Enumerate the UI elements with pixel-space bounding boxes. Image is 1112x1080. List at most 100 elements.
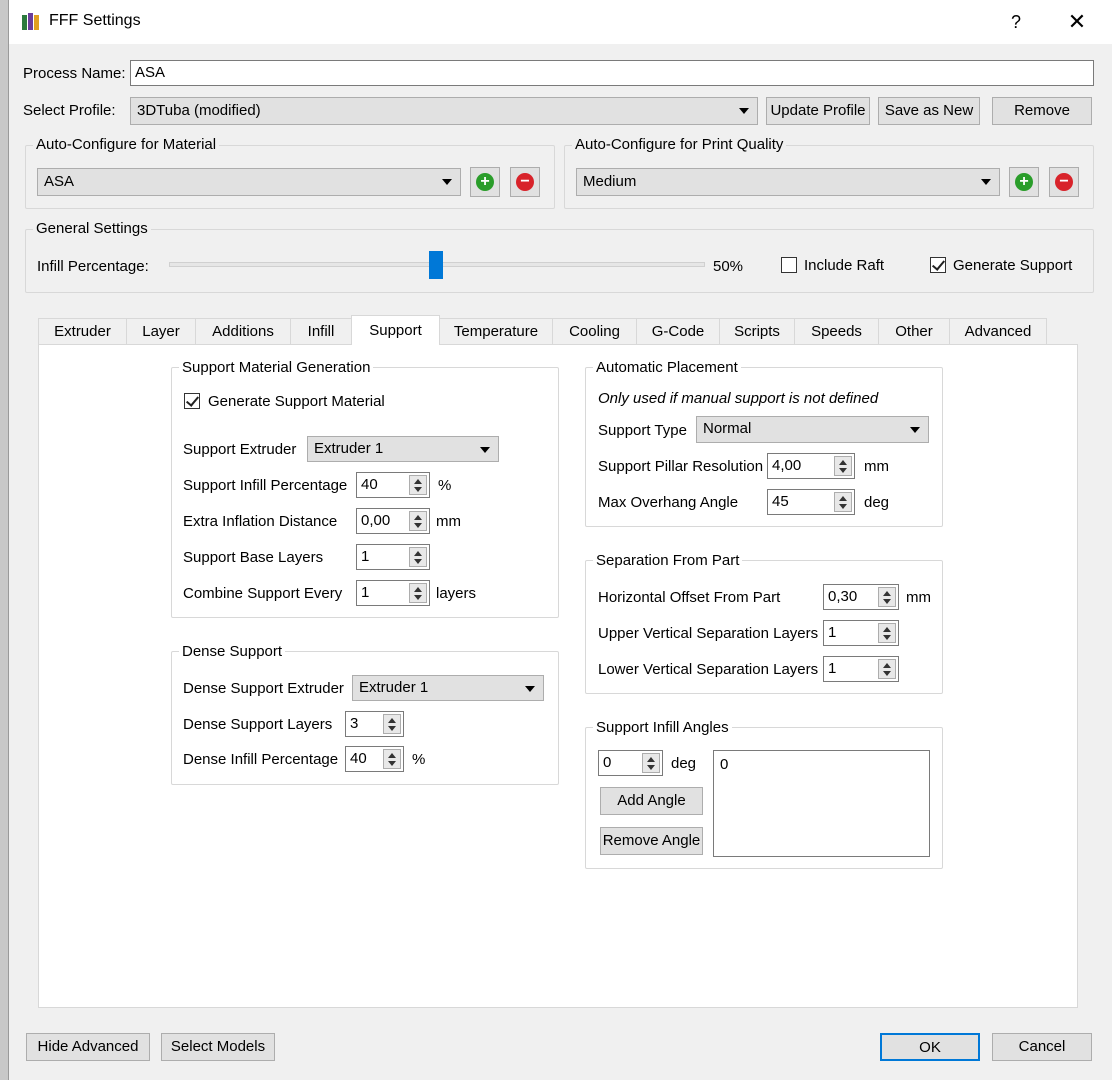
chevron-down-icon — [981, 179, 991, 185]
spin-arrows-icon[interactable] — [878, 623, 896, 643]
tab-other[interactable]: Other — [878, 318, 950, 344]
tab-scripts[interactable]: Scripts — [719, 318, 795, 344]
pillar-resolution-value: 4,00 — [772, 457, 802, 474]
material-group-title: Auto-Configure for Material — [33, 136, 220, 154]
save-as-new-button[interactable]: Save as New — [878, 97, 980, 125]
minus-icon: − — [1055, 173, 1073, 191]
spin-arrows-icon[interactable] — [878, 659, 896, 679]
angles-list[interactable]: 0 — [713, 750, 930, 857]
spin-arrows-icon[interactable] — [383, 749, 401, 769]
lower-separation-value: 1 — [828, 660, 837, 677]
include-raft-checkbox[interactable] — [781, 257, 797, 273]
support-generation-title: Support Material Generation — [179, 359, 374, 377]
tab-cooling[interactable]: Cooling — [552, 318, 637, 344]
support-infill-label: Support Infill Percentage — [183, 477, 348, 494]
support-extruder-label: Support Extruder — [183, 441, 297, 458]
combine-support-value: 1 — [361, 584, 370, 601]
extra-inflation-unit: mm — [436, 513, 461, 530]
generate-support-material-label: Generate Support Material — [208, 393, 385, 410]
tab-g-code[interactable]: G-Code — [636, 318, 720, 344]
add-angle-button[interactable]: Add Angle — [600, 787, 703, 815]
angle-spinbox[interactable]: 0 — [598, 750, 663, 776]
combine-support-spinbox[interactable]: 1 — [356, 580, 430, 606]
extra-inflation-spinbox[interactable]: 0,00 — [356, 508, 430, 534]
dense-layers-label: Dense Support Layers — [183, 716, 333, 733]
pillar-resolution-spinbox[interactable]: 4,00 — [767, 453, 855, 479]
close-button[interactable]: ✕ — [1063, 8, 1091, 36]
spin-arrows-icon[interactable] — [409, 475, 427, 495]
quality-group-title: Auto-Configure for Print Quality — [572, 136, 787, 154]
lower-separation-spinbox[interactable]: 1 — [823, 656, 899, 682]
add-quality-button[interactable]: + — [1009, 167, 1039, 197]
horizontal-offset-label: Horizontal Offset From Part — [598, 589, 781, 606]
dense-layers-spinbox[interactable]: 3 — [345, 711, 404, 737]
tab-extruder[interactable]: Extruder — [38, 318, 127, 344]
support-type-label: Support Type — [598, 422, 687, 439]
spin-arrows-icon[interactable] — [409, 583, 427, 603]
automatic-placement-title: Automatic Placement — [593, 359, 741, 377]
dense-infill-spinbox[interactable]: 40 — [345, 746, 404, 772]
spin-arrows-icon[interactable] — [642, 753, 660, 773]
process-name-label: Process Name: — [23, 65, 126, 82]
generate-support-checkbox[interactable] — [930, 257, 946, 273]
list-item[interactable]: 0 — [720, 755, 923, 775]
support-infill-value: 40 — [361, 476, 378, 493]
general-settings-title: General Settings — [33, 220, 151, 238]
dense-infill-unit: % — [412, 751, 426, 768]
minus-icon: − — [516, 173, 534, 191]
remove-quality-button[interactable]: − — [1049, 167, 1079, 197]
generate-support-label: Generate Support — [953, 257, 1073, 274]
chevron-down-icon — [910, 427, 920, 433]
help-button[interactable]: ? — [1005, 8, 1027, 36]
window-title: FFF Settings — [49, 12, 141, 29]
add-material-button[interactable]: + — [470, 167, 500, 197]
dense-layers-value: 3 — [350, 715, 359, 732]
support-base-layers-spinbox[interactable]: 1 — [356, 544, 430, 570]
upper-separation-spinbox[interactable]: 1 — [823, 620, 899, 646]
horizontal-offset-spinbox[interactable]: 0,30 — [823, 584, 899, 610]
remove-profile-button[interactable]: Remove — [992, 97, 1092, 125]
material-select-value: ASA — [44, 173, 75, 190]
spin-arrows-icon[interactable] — [878, 587, 896, 607]
infill-angles-title: Support Infill Angles — [593, 719, 732, 737]
ok-button[interactable]: OK — [880, 1033, 980, 1061]
material-select[interactable]: ASA — [37, 168, 461, 196]
dense-extruder-select[interactable]: Extruder 1 — [352, 675, 544, 701]
tab-speeds[interactable]: Speeds — [794, 318, 879, 344]
tab-infill[interactable]: Infill — [290, 318, 352, 344]
update-profile-button[interactable]: Update Profile — [766, 97, 870, 125]
quality-select[interactable]: Medium — [576, 168, 1000, 196]
process-name-input[interactable]: ASA — [130, 60, 1094, 86]
tab-support[interactable]: Support — [351, 315, 440, 345]
spin-arrows-icon[interactable] — [409, 547, 427, 567]
dense-extruder-label: Dense Support Extruder — [183, 680, 344, 697]
profile-select[interactable]: 3DTuba (modified) — [130, 97, 758, 125]
plus-icon: + — [476, 173, 494, 191]
spin-arrows-icon[interactable] — [409, 511, 427, 531]
hide-advanced-button[interactable]: Hide Advanced — [26, 1033, 150, 1061]
max-overhang-spinbox[interactable]: 45 — [767, 489, 855, 515]
generate-support-material-checkbox[interactable] — [184, 393, 200, 409]
infill-slider-handle[interactable] — [429, 251, 443, 279]
tab-additions[interactable]: Additions — [195, 318, 291, 344]
pillar-resolution-label: Support Pillar Resolution — [598, 458, 764, 475]
title-bar: FFF Settings ? ✕ — [9, 0, 1112, 44]
support-extruder-select[interactable]: Extruder 1 — [307, 436, 499, 462]
remove-material-button[interactable]: − — [510, 167, 540, 197]
tab-temperature[interactable]: Temperature — [439, 318, 553, 344]
cancel-button[interactable]: Cancel — [992, 1033, 1092, 1061]
chevron-down-icon — [739, 108, 749, 114]
spin-arrows-icon[interactable] — [834, 492, 852, 512]
angle-unit: deg — [671, 755, 697, 772]
select-models-button[interactable]: Select Models — [161, 1033, 275, 1061]
combine-support-label: Combine Support Every — [183, 585, 343, 602]
tab-layer[interactable]: Layer — [126, 318, 196, 344]
support-infill-spinbox[interactable]: 40 — [356, 472, 430, 498]
support-type-select[interactable]: Normal — [696, 416, 929, 443]
dense-support-title: Dense Support — [179, 643, 286, 661]
separation-title: Separation From Part — [593, 552, 743, 570]
spin-arrows-icon[interactable] — [834, 456, 852, 476]
remove-angle-button[interactable]: Remove Angle — [600, 827, 703, 855]
tab-advanced[interactable]: Advanced — [949, 318, 1047, 344]
spin-arrows-icon[interactable] — [383, 714, 401, 734]
